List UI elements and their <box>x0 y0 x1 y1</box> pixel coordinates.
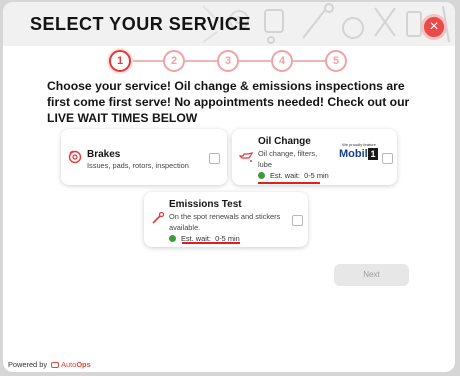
partner-brand: Mobil <box>339 148 368 160</box>
service-title: Brakes <box>87 149 121 160</box>
service-checkbox[interactable] <box>382 153 393 164</box>
step-2: 2 <box>163 50 185 72</box>
service-description: Issues, pads, rotors, inspection <box>87 161 189 170</box>
close-icon: × <box>429 18 439 35</box>
partner-number: 1 <box>368 148 378 160</box>
step-1: 1 <box>109 50 131 72</box>
status-dot <box>169 235 176 242</box>
step-connector <box>185 60 217 62</box>
wait-underline <box>258 182 320 184</box>
step-4: 4 <box>271 50 293 72</box>
status-dot <box>258 172 265 179</box>
step-connector <box>239 60 271 62</box>
partner-tagline: We proudly feature <box>342 142 376 147</box>
service-description: On the spot renewals and stickers availa… <box>169 212 281 232</box>
autoops-logo-icon <box>51 362 60 368</box>
modal-header: SELECT YOUR SERVICE × <box>3 2 455 46</box>
service-title: Oil Change <box>258 136 311 147</box>
brand-ops: Ops <box>76 360 91 369</box>
wait-time: Est. wait: 0-5 min <box>258 171 329 180</box>
step-indicator: 1 2 3 4 5 <box>109 50 349 74</box>
service-card-oil-change[interactable]: Oil Change Oil change, filters, lube We … <box>232 129 397 185</box>
powered-by-footer: Powered by AutoOps <box>8 360 91 369</box>
service-card-brakes[interactable]: Brakes Issues, pads, rotors, inspection <box>61 129 227 185</box>
wait-underline <box>182 242 240 244</box>
step-connector <box>131 60 163 62</box>
next-button[interactable]: Next <box>334 264 409 286</box>
service-checkbox[interactable] <box>292 215 303 226</box>
service-description: Oil change, filters, lube <box>258 149 318 169</box>
mobil-1-logo: We proudly feature Mobil 1 <box>338 142 380 166</box>
service-title: Emissions Test <box>169 199 242 210</box>
brake-disc-icon <box>68 150 82 164</box>
close-button[interactable]: × <box>421 14 447 40</box>
wait-value: 0-5 min <box>304 171 329 180</box>
service-checkbox[interactable] <box>209 153 220 164</box>
service-card-emissions[interactable]: Emissions Test On the spot renewals and … <box>144 192 308 247</box>
wait-label: Est. wait: <box>270 171 300 180</box>
step-5: 5 <box>325 50 347 72</box>
service-modal: SELECT YOUR SERVICE × 1 2 3 4 5 Choose y… <box>3 2 455 372</box>
intro-text: Choose your service! Oil change & emissi… <box>47 79 410 125</box>
gauge-tool-icon <box>152 211 165 224</box>
powered-by-label: Powered by <box>8 360 48 369</box>
brand-auto: Auto <box>61 360 77 369</box>
page-title: SELECT YOUR SERVICE <box>30 14 251 34</box>
oil-can-icon <box>239 152 253 162</box>
step-3: 3 <box>217 50 239 72</box>
step-connector <box>293 60 325 62</box>
